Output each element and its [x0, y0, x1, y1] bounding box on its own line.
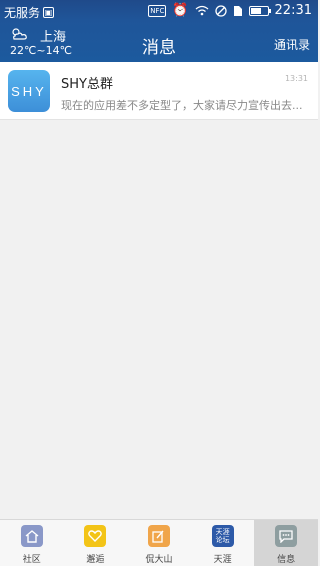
wifi-icon	[195, 5, 208, 16]
conversation-name: SHY总群	[61, 77, 113, 92]
tab-messages[interactable]: 信息	[254, 520, 318, 566]
tab-chat-mountain[interactable]: 侃大山	[127, 520, 191, 566]
tab-label: 社区	[22, 555, 41, 565]
chat-icon	[275, 525, 298, 547]
tianya-forum-icon: 天涯 论坛	[211, 525, 234, 547]
app-header: 无服务 ▣ NFC ⏰ 22:31 上海 22℃~14℃ 消息 通讯录	[0, 0, 318, 62]
tab-label: 信息	[277, 555, 296, 565]
heart-icon	[84, 525, 107, 547]
status-bar: 无服务 ▣ NFC ⏰ 22:31	[0, 0, 318, 22]
tab-label: 邂逅	[86, 555, 105, 565]
group-avatar: SHY	[8, 70, 50, 112]
page-title: 消息	[142, 38, 176, 58]
battery-icon	[248, 5, 271, 16]
bottom-tab-bar: 社区 邂逅 侃大山 天涯 论坛 天涯 信息	[0, 519, 318, 566]
clock-text: 22:31	[274, 3, 312, 18]
tab-tianya[interactable]: 天涯 论坛 天涯	[191, 520, 255, 566]
tab-label: 天涯	[213, 555, 232, 565]
tab-label: 侃大山	[145, 555, 173, 565]
message-list: SHY SHY总群 13:31 现在的应用差不多定型了，大家请尽力宣传出去...	[0, 62, 318, 120]
message-preview: 现在的应用差不多定型了，大家请尽力宣传出去...	[61, 99, 303, 112]
no-signal-icon	[214, 4, 227, 17]
tab-encounter[interactable]: 邂逅	[64, 520, 128, 566]
message-item[interactable]: SHY SHY总群 13:31 现在的应用差不多定型了，大家请尽力宣传出去...	[0, 62, 318, 120]
carrier-text: 无服务	[4, 6, 41, 20]
alarm-icon: ⏰	[172, 3, 189, 18]
message-time: 13:31	[284, 74, 308, 83]
edit-icon	[147, 525, 170, 547]
home-icon	[20, 525, 43, 547]
nfc-icon: NFC	[148, 4, 167, 17]
image-notification-icon: ▣	[43, 7, 55, 18]
tab-community[interactable]: 社区	[0, 520, 64, 566]
tianya-icon-text: 论坛	[215, 536, 230, 544]
tianya-icon-text: 天涯	[215, 528, 230, 536]
contacts-button[interactable]: 通讯录	[274, 36, 310, 53]
sim-icon	[233, 5, 242, 16]
